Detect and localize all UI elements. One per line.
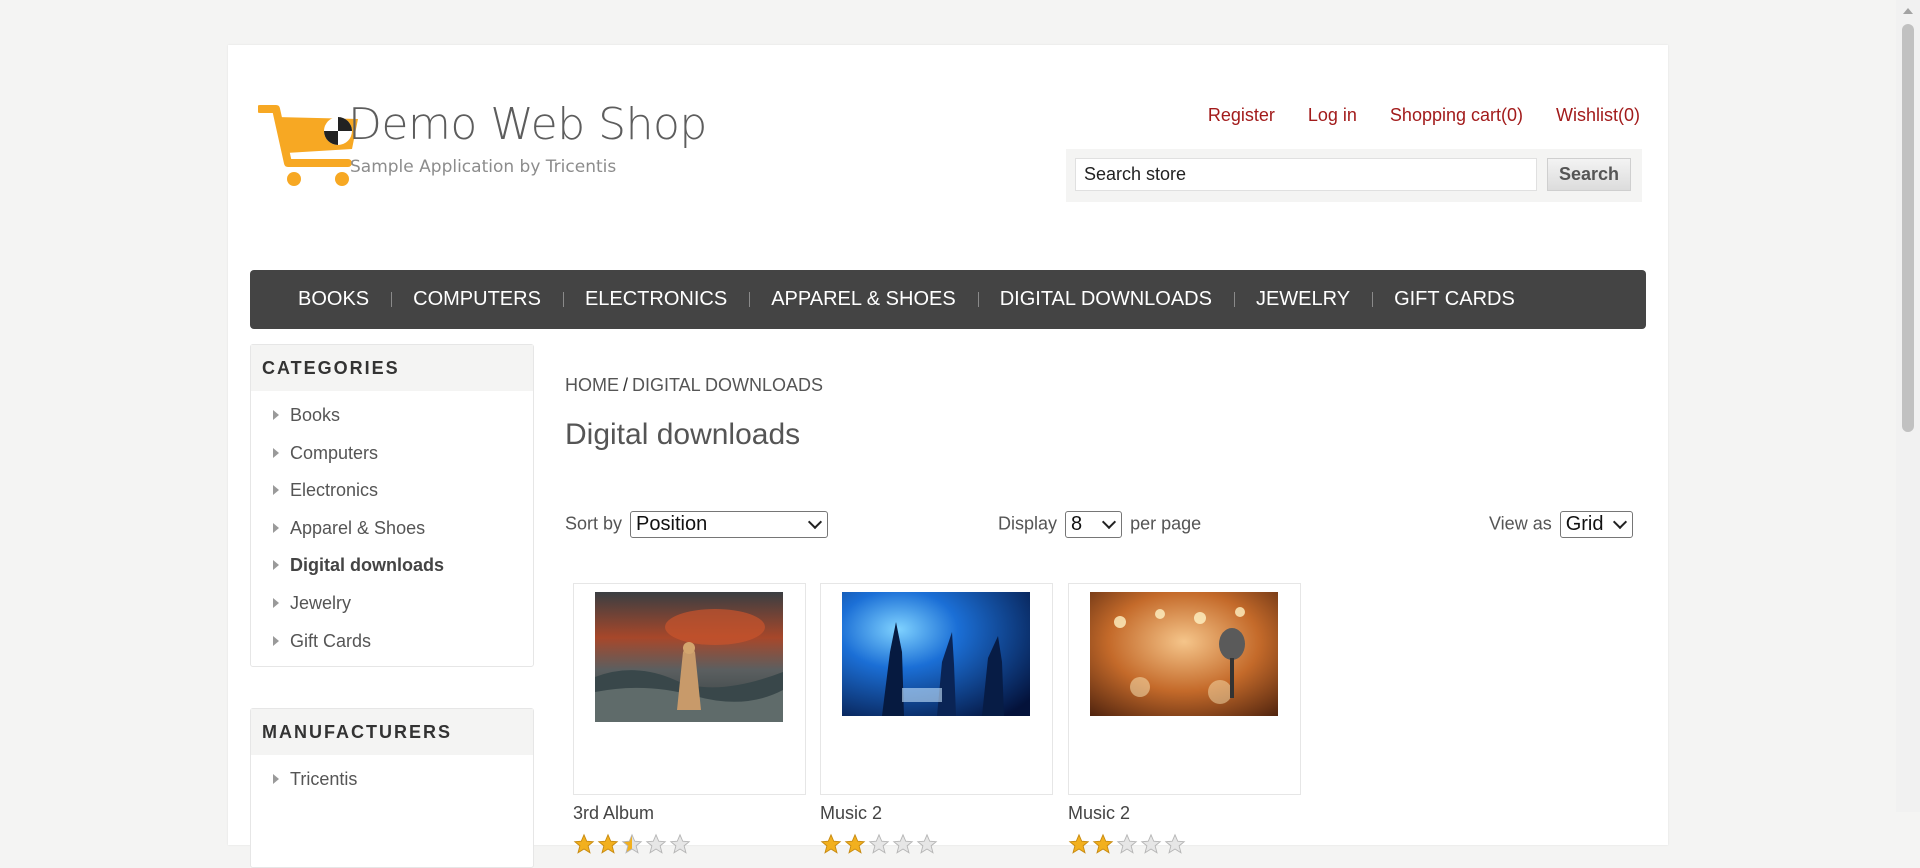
star-empty-icon <box>1116 833 1138 854</box>
product-thumbnail[interactable] <box>820 583 1053 795</box>
page-container: Demo Web Shop Sample Application by Tric… <box>228 45 1668 868</box>
star-full-icon <box>820 833 842 854</box>
sort-label: Sort by <box>565 513 623 534</box>
search-box: Search <box>1066 149 1642 202</box>
category-item-digital-downloads[interactable]: Digital downloads <box>251 547 533 585</box>
manufacturers-list: Tricentis <box>251 755 533 805</box>
menu-item-apparel-shoes[interactable]: APPAREL & SHOES <box>749 270 978 329</box>
shop-subtitle: Sample Application by Tricentis <box>350 157 617 177</box>
login-link[interactable]: Log in <box>1308 105 1357 126</box>
scrollbar-thumb[interactable] <box>1902 24 1914 432</box>
register-link[interactable]: Register <box>1208 105 1275 126</box>
star-empty-icon <box>892 833 914 854</box>
product-rating <box>1068 833 1301 855</box>
manufacturers-block: MANUFACTURERS Tricentis <box>250 708 534 868</box>
product-thumbnail[interactable] <box>1068 583 1301 795</box>
view-mode-select-value: Grid <box>1565 513 1604 535</box>
product-title[interactable]: Music 2 <box>1068 803 1301 824</box>
star-half-icon <box>621 833 643 854</box>
breadcrumb-current: DIGITAL DOWNLOADS <box>632 375 824 395</box>
concert-crowd-blue-photo <box>842 592 1030 716</box>
header-links: Register Log in Shopping cart(0) Wishlis… <box>1208 105 1640 126</box>
category-item-computers[interactable]: Computers <box>251 435 533 473</box>
wishlist-link[interactable]: Wishlist(0) <box>1556 105 1640 126</box>
product-item: Music 2 <box>820 583 1053 855</box>
category-item-electronics[interactable]: Electronics <box>251 472 533 510</box>
star-full-icon <box>1068 833 1090 854</box>
view-mode-select[interactable]: Grid <box>1559 511 1633 538</box>
product-rating <box>573 833 806 855</box>
star-full-icon <box>573 833 595 854</box>
sort-select-value: Position <box>636 513 708 535</box>
display-control: Display 8 per page <box>998 511 1201 538</box>
product-item: 3rd Album <box>573 583 806 855</box>
categories-block: CATEGORIES Books Computers Electronics A… <box>250 344 534 668</box>
star-empty-icon <box>1140 833 1162 854</box>
star-empty-icon <box>916 833 938 854</box>
sort-control: Sort by Position <box>565 511 831 538</box>
microphone-stage-lights-photo <box>1090 592 1278 716</box>
breadcrumb: HOME / DIGITAL DOWNLOADS <box>565 375 823 396</box>
chevron-down-icon <box>807 514 823 530</box>
menu-item-electronics[interactable]: ELECTRONICS <box>562 270 749 329</box>
page-size-select[interactable]: 8 <box>1065 511 1123 538</box>
menu-item-jewelry[interactable]: JEWELRY <box>1233 270 1372 329</box>
categories-title: CATEGORIES <box>251 345 533 391</box>
shop-name[interactable]: Demo Web Shop <box>348 99 707 150</box>
sort-select[interactable]: Position <box>630 511 829 538</box>
product-item: Music 2 <box>1068 583 1301 855</box>
shopping-cart-logo-icon <box>258 105 358 186</box>
album-cover-woman-in-sea-photo <box>595 592 783 722</box>
categories-list: Books Computers Electronics Apparel & Sh… <box>251 391 533 666</box>
scroll-up-arrow-icon[interactable] <box>1903 8 1913 14</box>
search-button[interactable]: Search <box>1547 158 1631 191</box>
menu-item-books[interactable]: BOOKS <box>276 270 391 329</box>
breadcrumb-separator: / <box>623 375 629 395</box>
product-title[interactable]: Music 2 <box>820 803 1053 824</box>
chevron-down-icon <box>1612 514 1627 530</box>
top-menu: BOOKS COMPUTERS ELECTRONICS APPAREL & SH… <box>250 270 1646 329</box>
category-item-gift-cards[interactable]: Gift Cards <box>251 623 533 661</box>
display-label: Display <box>998 513 1058 534</box>
star-full-icon <box>597 833 619 854</box>
menu-item-computers[interactable]: COMPUTERS <box>391 270 563 329</box>
product-title[interactable]: 3rd Album <box>573 803 806 824</box>
per-page-label: per page <box>1130 513 1202 534</box>
star-empty-icon <box>1164 833 1186 854</box>
star-empty-icon <box>645 833 667 854</box>
search-input[interactable] <box>1075 158 1537 191</box>
breadcrumb-home[interactable]: HOME <box>565 375 619 395</box>
category-item-apparel-shoes[interactable]: Apparel & Shoes <box>251 510 533 548</box>
category-item-jewelry[interactable]: Jewelry <box>251 585 533 623</box>
menu-item-digital-downloads[interactable]: DIGITAL DOWNLOADS <box>977 270 1234 329</box>
manufacturers-title: MANUFACTURERS <box>251 709 533 755</box>
page-title: Digital downloads <box>565 418 801 451</box>
product-rating <box>820 833 1053 855</box>
star-full-icon <box>1092 833 1114 854</box>
menu-item-gift-cards[interactable]: GIFT CARDS <box>1372 270 1537 329</box>
manufacturer-item-tricentis[interactable]: Tricentis <box>251 761 533 799</box>
page-size-select-value: 8 <box>1071 513 1083 535</box>
star-empty-icon <box>868 833 890 854</box>
view-label: View as <box>1489 513 1552 534</box>
vertical-scrollbar[interactable] <box>1896 0 1920 812</box>
product-thumbnail[interactable] <box>573 583 806 795</box>
category-item-books[interactable]: Books <box>251 397 533 435</box>
star-empty-icon <box>669 833 691 854</box>
shopping-cart-link[interactable]: Shopping cart(0) <box>1390 105 1523 126</box>
chevron-down-icon <box>1101 514 1117 530</box>
star-full-icon <box>844 833 866 854</box>
view-control: View as Grid <box>1489 511 1636 538</box>
